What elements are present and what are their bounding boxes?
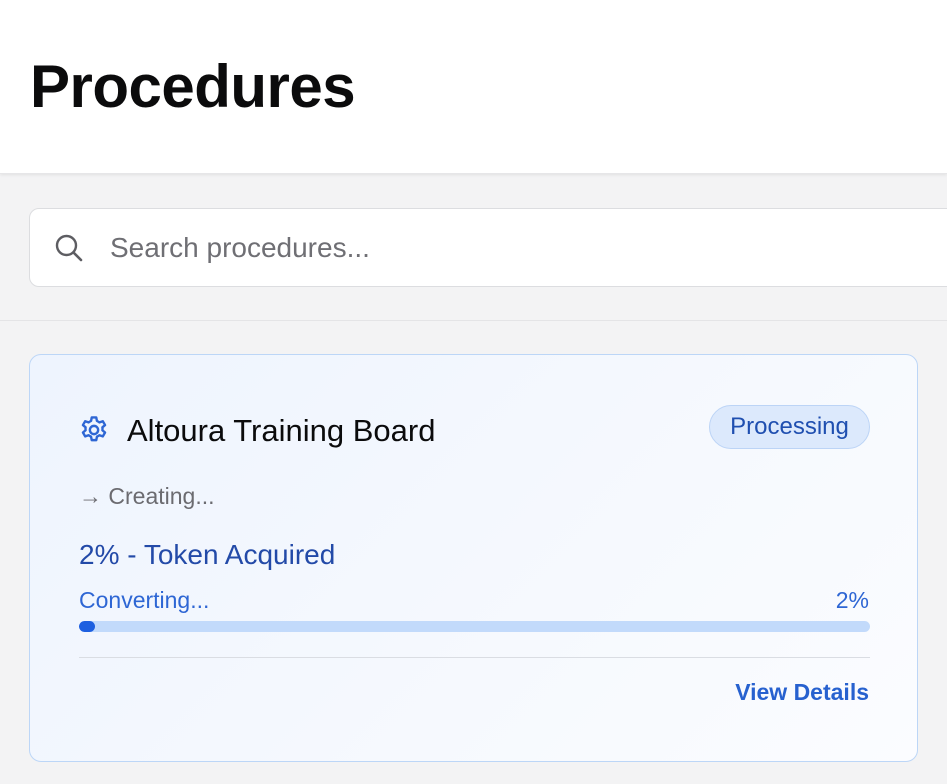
page-header: Procedures <box>0 0 947 174</box>
progress-headline: 2% - Token Acquired <box>79 539 336 570</box>
search-input[interactable] <box>110 227 930 269</box>
search-box[interactable] <box>29 208 947 287</box>
progress-bar-fill <box>79 621 95 632</box>
progress-percent: 2% <box>835 587 869 613</box>
procedure-card: Altoura Training Board Processing → Crea… <box>29 354 918 762</box>
gear-icon <box>81 416 107 442</box>
page-title: Procedures <box>30 53 356 120</box>
divider <box>79 657 870 658</box>
search-section <box>0 175 947 321</box>
status-badge: Processing <box>709 405 870 449</box>
search-icon <box>55 234 83 262</box>
progress-bar <box>79 621 870 632</box>
procedure-name: Altoura Training Board <box>127 413 436 448</box>
view-details-link[interactable]: View Details <box>735 677 869 707</box>
stage-text: → Creating... <box>79 483 215 509</box>
progress-step-label: Converting... <box>79 587 210 613</box>
